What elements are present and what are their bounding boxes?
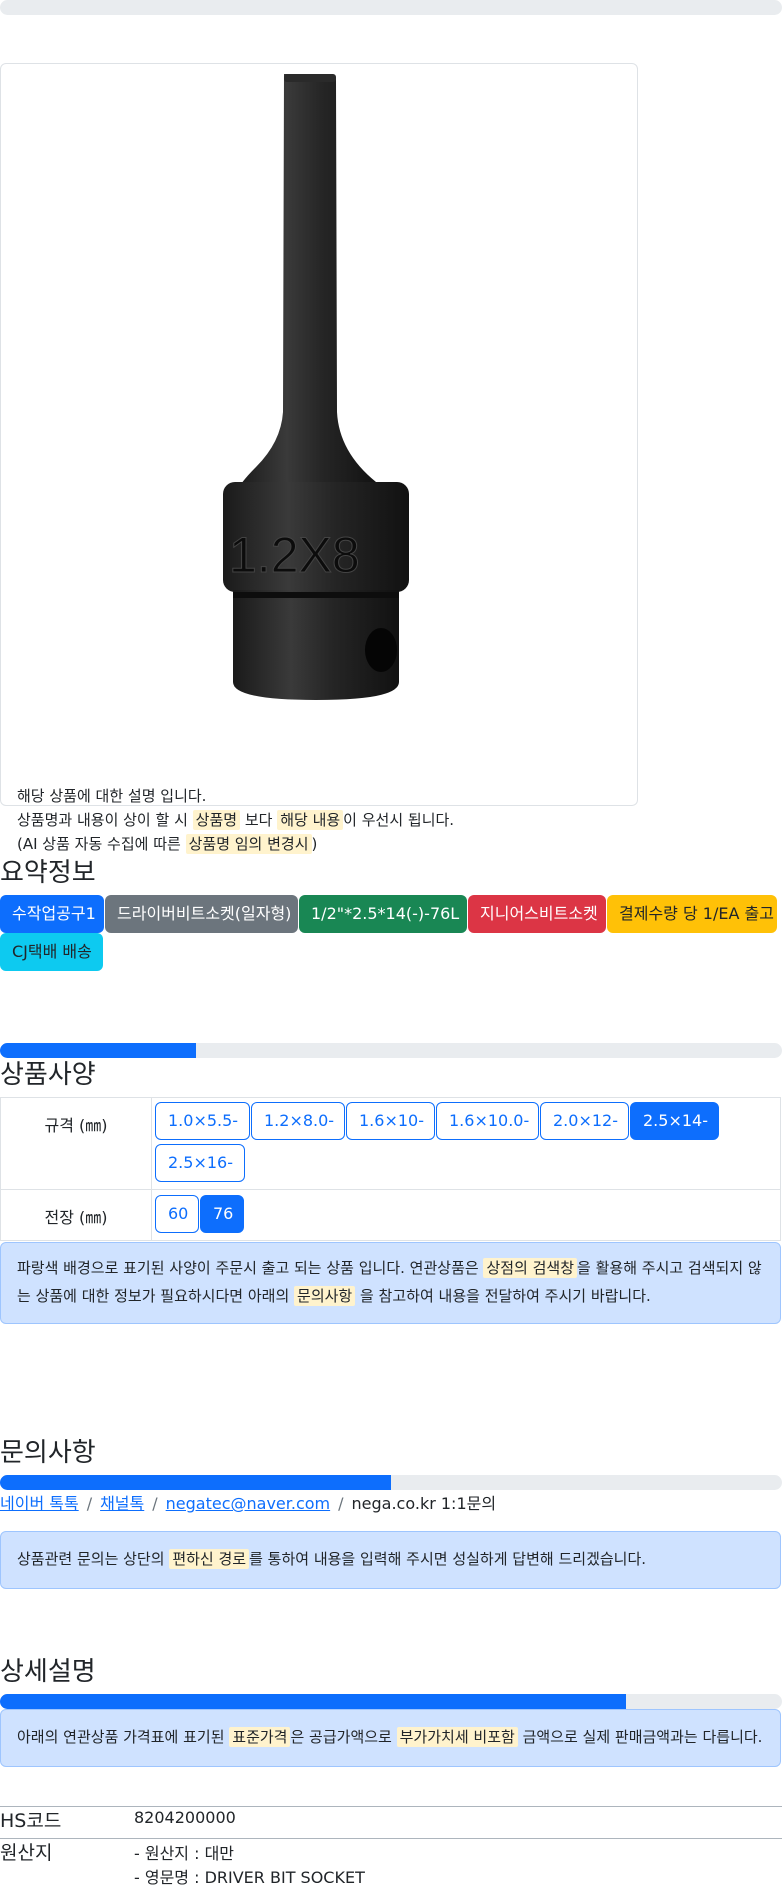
product-image-text: 1.2X8 bbox=[229, 527, 360, 583]
option-size-7[interactable]: 2.5×16- bbox=[155, 1144, 245, 1182]
inquiry-progress-fill bbox=[0, 1475, 391, 1490]
info-divider bbox=[0, 1838, 782, 1839]
spec-row-length: 전장 (㎜) 60 76 bbox=[0, 1189, 781, 1241]
highlight-inquiry: 문의사항 bbox=[294, 1286, 356, 1306]
highlight-search: 상점의 검색창 bbox=[483, 1258, 578, 1278]
summary-title: 요약정보 bbox=[0, 858, 96, 888]
spec-row-size: 규격 (㎜) 1.0×5.5- 1.2×8.0- 1.6×10- 1.6×10.… bbox=[0, 1097, 781, 1190]
spec-label-length: 전장 (㎜) bbox=[44, 1208, 108, 1227]
highlight-name-change: 상품명 임의 변경시 bbox=[185, 834, 312, 854]
info-divider bbox=[0, 1806, 782, 1807]
option-size-1[interactable]: 1.0×5.5- bbox=[155, 1102, 250, 1140]
link-channel-talk[interactable]: 채널톡 bbox=[100, 1494, 144, 1513]
highlight-product-name: 상품명 bbox=[192, 810, 241, 830]
product-desc-line2: 상품명과 내용이 상이 할 시 상품명 보다 해당 내용 이 우선시 됩니다. bbox=[17, 810, 455, 830]
badge-shipping: CJ택배 배송 bbox=[0, 933, 103, 971]
detail-progress-bar bbox=[0, 1694, 782, 1709]
info-key-hscode: HS코드 bbox=[0, 1810, 62, 1832]
badge-subcategory: 드라이버비트소켓(일자형) bbox=[105, 895, 298, 933]
site-inquiry-text: nega.co.kr 1:1문의 bbox=[351, 1494, 497, 1513]
option-length-1[interactable]: 60 bbox=[155, 1195, 199, 1233]
info-val-hscode: 8204200000 bbox=[134, 1808, 236, 1827]
detail-progress-fill bbox=[0, 1694, 626, 1709]
info-val-origin-1: - 원산지 : 대만 bbox=[134, 1844, 235, 1863]
info-key-origin: 원산지 bbox=[0, 1842, 53, 1864]
info-val-origin-2: - 영문명 : DRIVER BIT SOCKET bbox=[134, 1868, 365, 1887]
badge-category: 수작업공구1 bbox=[0, 895, 104, 933]
option-size-2[interactable]: 1.2×8.0- bbox=[251, 1102, 345, 1140]
inquiry-notice: 상품관련 문의는 상단의 편하신 경로 를 통하여 내용을 입력해 주시면 성실하… bbox=[0, 1531, 781, 1589]
highlight-standard-price: 표준가격 bbox=[229, 1727, 291, 1747]
inquiry-title: 문의사항 bbox=[0, 1438, 96, 1468]
highlight-channel: 편하신 경로 bbox=[169, 1549, 250, 1569]
inquiry-channels: 네이버 톡톡 / 채널톡 / negatec@naver.com / nega.co.kr … bbox=[0, 1494, 497, 1513]
link-email[interactable]: negatec@naver.com bbox=[166, 1494, 330, 1513]
badge-quantity: 결제수량 당 1/EA 출고 bbox=[607, 895, 777, 933]
highlight-vat: 부가가치세 비포함 bbox=[396, 1727, 518, 1747]
detail-notice: 아래의 연관상품 가격표에 표기된 표준가격 은 공급가액으로 부가가치세 비포함… bbox=[0, 1709, 781, 1767]
product-desc-line1: 해당 상품에 대한 설명 입니다. bbox=[17, 787, 207, 805]
spec-label-size: 규격 (㎜) bbox=[44, 1116, 108, 1135]
top-progress-bar bbox=[0, 0, 782, 15]
link-naver-talktalk[interactable]: 네이버 톡톡 bbox=[0, 1494, 79, 1513]
option-size-6[interactable]: 2.5×14- bbox=[630, 1102, 719, 1140]
badge-spec: 1/2"*2.5*14(-)-76L bbox=[299, 895, 467, 933]
option-size-3[interactable]: 1.6×10- bbox=[346, 1102, 435, 1140]
specs-progress-bar bbox=[0, 1043, 782, 1058]
specs-title: 상품사양 bbox=[0, 1060, 96, 1090]
product-image: 1.2X8 bbox=[223, 74, 409, 700]
option-size-4[interactable]: 1.6×10.0- bbox=[436, 1102, 539, 1140]
highlight-content: 해당 내용 bbox=[277, 810, 344, 830]
inquiry-progress-bar bbox=[0, 1475, 782, 1490]
product-card: 1.2X8 해당 상품에 대한 설명 입니다. 상품명과 내용이 상이 할 시 … bbox=[0, 63, 638, 854]
option-length-2[interactable]: 76 bbox=[200, 1195, 244, 1233]
option-size-5[interactable]: 2.0×12- bbox=[540, 1102, 629, 1140]
badge-brand: 지니어스비트소켓 bbox=[468, 895, 606, 933]
specs-notice: 파랑색 배경으로 표기된 사양이 주문시 출고 되는 상품 입니다. 연관상품은… bbox=[0, 1242, 781, 1324]
detail-title: 상세설명 bbox=[0, 1657, 96, 1687]
